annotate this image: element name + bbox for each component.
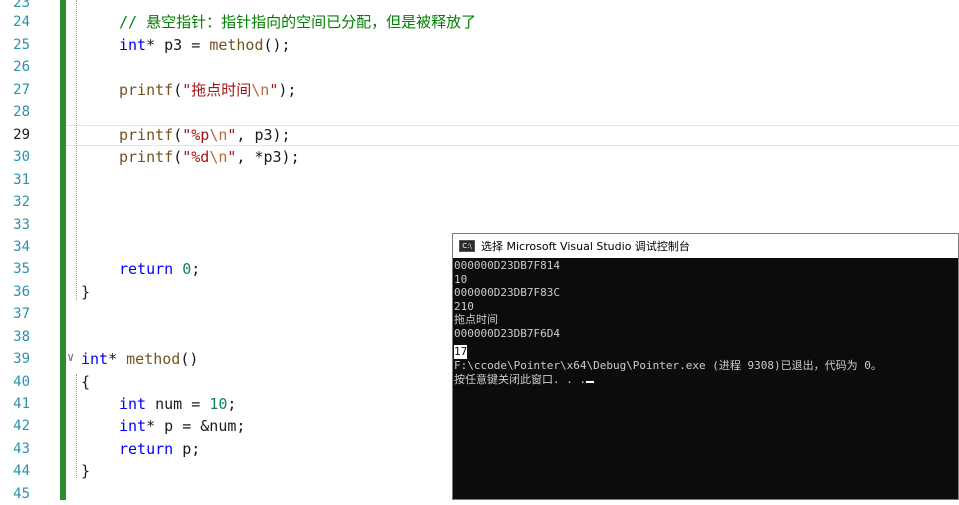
console-app-icon: C:\ — [459, 240, 475, 252]
line-number: 39 — [13, 351, 30, 367]
console-title: 选择 Microsoft Visual Studio 调试控制台 — [481, 240, 690, 253]
code-line[interactable]: { — [81, 371, 90, 393]
console-line: 000000D23DB7F814 — [454, 259, 560, 272]
line-number: 25 — [13, 37, 30, 53]
line-number: 38 — [13, 329, 30, 345]
code-line[interactable]: return 0; — [119, 258, 200, 280]
code-line[interactable]: } — [81, 281, 90, 303]
console-caret-icon — [586, 380, 595, 383]
console-line-selected: 17 — [454, 345, 468, 359]
line-number: 24 — [13, 14, 30, 30]
line-number: 45 — [13, 486, 30, 502]
code-line[interactable]: } — [81, 460, 90, 482]
console-output[interactable]: 000000D23DB7F814 10 000000D23DB7F83C 210… — [453, 259, 958, 499]
line-number: 40 — [13, 374, 30, 390]
console-prompt-line: 按任意键关闭此窗口. . . — [454, 373, 958, 387]
line-number: 41 — [13, 396, 30, 412]
console-line: F:\ccode\Pointer\x64\Debug\Pointer.exe (… — [454, 359, 882, 372]
line-number: 35 — [13, 261, 30, 277]
line-number: 43 — [13, 441, 30, 457]
line-number: 34 — [13, 239, 30, 255]
line-number: 26 — [13, 59, 30, 75]
line-number: 44 — [13, 463, 30, 479]
code-line-current[interactable]: printf("%p\n", p3); — [119, 124, 291, 146]
line-number: 27 — [13, 82, 30, 98]
code-line[interactable]: printf("%d\n", *p3); — [119, 146, 300, 168]
debug-console-window[interactable]: C:\ 选择 Microsoft Visual Studio 调试控制台 000… — [452, 233, 959, 500]
code-line[interactable]: int num = 10; — [119, 393, 236, 415]
code-line[interactable]: printf("拖点时间\n"); — [119, 79, 296, 101]
indent-guide — [76, 374, 77, 478]
console-line: 拖点时间 — [454, 313, 498, 326]
console-line: 000000D23DB7F6D4 — [454, 326, 560, 340]
line-number: 31 — [13, 172, 30, 188]
line-number: 37 — [13, 306, 30, 322]
line-number: 28 — [13, 104, 30, 120]
line-number: 30 — [13, 149, 30, 165]
code-line[interactable]: int* p3 = method(); — [119, 34, 291, 56]
code-line-comment[interactable]: // 悬空指针：指针指向的空间已分配，但是被释放了 — [119, 11, 476, 33]
collapse-chevron-icon[interactable]: ∨ — [67, 350, 74, 364]
console-line: 10 — [454, 272, 468, 286]
indent-guide — [76, 0, 77, 300]
line-number: 42 — [13, 418, 30, 434]
code-line[interactable]: int* p = &num; — [119, 415, 245, 437]
line-number: 33 — [13, 217, 30, 233]
change-tracking-bar — [60, 0, 66, 500]
code-line[interactable]: return p; — [119, 438, 200, 460]
console-prompt-text: 按任意键关闭此窗口. . . — [454, 372, 587, 386]
console-line: 210 — [454, 299, 474, 313]
line-number: 36 — [13, 284, 30, 300]
line-number-current: 29 — [13, 127, 30, 143]
code-line[interactable]: int* method() — [81, 348, 198, 370]
line-number: 32 — [13, 194, 30, 210]
console-title-bar[interactable]: C:\ 选择 Microsoft Visual Studio 调试控制台 — [453, 234, 958, 258]
console-line: 000000D23DB7F83C — [454, 286, 560, 299]
